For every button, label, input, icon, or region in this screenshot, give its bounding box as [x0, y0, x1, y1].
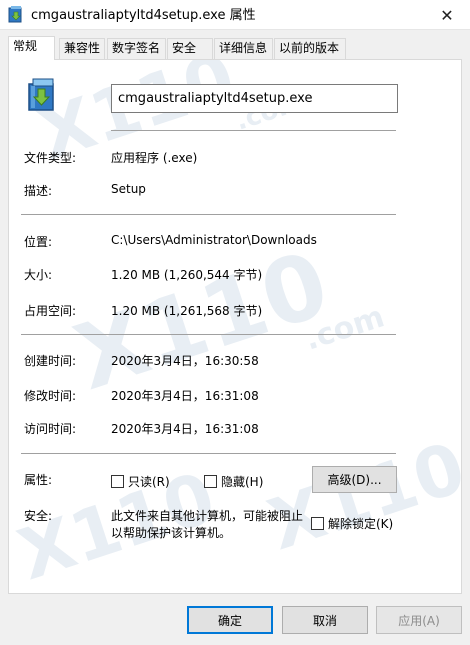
- modified-label: 修改时间:: [24, 389, 77, 403]
- cancel-button[interactable]: 取消: [282, 606, 368, 634]
- file-icon: [28, 78, 54, 111]
- tab-previous-versions[interactable]: 以前的版本: [274, 38, 346, 59]
- tab-compatibility[interactable]: 兼容性: [59, 38, 105, 59]
- title-bar: cmgaustraliaptyltd4setup.exe 属性 ✕: [0, 0, 470, 30]
- close-icon: ✕: [440, 5, 454, 25]
- file-type-value: 应用程序 (.exe): [111, 151, 198, 165]
- installer-app-icon: [8, 6, 22, 23]
- svg-text:X110: X110: [63, 232, 340, 411]
- description-label: 描述:: [24, 184, 53, 198]
- divider: [111, 130, 396, 131]
- readonly-checkbox[interactable]: 只读(R): [111, 473, 170, 490]
- description-value: Setup: [111, 182, 146, 196]
- security-text-line2: 以帮助保护该计算机。: [111, 526, 232, 540]
- window-title: cmgaustraliaptyltd4setup.exe 属性: [31, 8, 256, 23]
- close-button[interactable]: ✕: [424, 0, 470, 30]
- unblock-label: 解除锁定(K): [328, 517, 394, 531]
- accessed-value: 2020年3月4日，16:31:08: [111, 422, 259, 436]
- hidden-checkbox[interactable]: 隐藏(H): [204, 473, 263, 490]
- created-value: 2020年3月4日，16:30:58: [111, 354, 259, 368]
- location-value: C:\Users\Administrator\Downloads: [111, 233, 317, 247]
- tab-digital-signatures[interactable]: 数字签名: [107, 38, 166, 59]
- accessed-label: 访问时间:: [24, 422, 77, 436]
- tab-security[interactable]: 安全: [167, 38, 213, 59]
- tab-details[interactable]: 详细信息: [214, 38, 273, 59]
- readonly-label: 只读(R): [128, 475, 170, 489]
- file-name-input[interactable]: [111, 84, 398, 113]
- hidden-label: 隐藏(H): [221, 475, 264, 489]
- created-label: 创建时间:: [24, 354, 77, 368]
- size-label: 大小:: [24, 268, 53, 282]
- ok-button[interactable]: 确定: [187, 606, 273, 634]
- security-label: 安全:: [24, 509, 53, 523]
- checkbox-box[interactable]: [311, 517, 324, 530]
- checkbox-box[interactable]: [111, 475, 124, 488]
- checkbox-box[interactable]: [204, 475, 217, 488]
- tab-strip: 常规 兼容性 数字签名 安全 详细信息 以前的版本: [8, 36, 464, 60]
- divider: [21, 334, 396, 335]
- security-text-line1: 此文件来自其他计算机，可能被阻止: [111, 509, 304, 523]
- apply-button[interactable]: 应用(A): [376, 606, 462, 634]
- divider: [21, 214, 396, 215]
- tab-general[interactable]: 常规: [8, 36, 55, 60]
- advanced-button[interactable]: 高级(D)...: [312, 466, 397, 493]
- general-panel: X110 .com X110 .com X110 X110 文件类型: 应用程序…: [8, 59, 463, 595]
- file-type-label: 文件类型:: [24, 151, 77, 165]
- unblock-checkbox[interactable]: 解除锁定(K): [311, 515, 393, 532]
- attributes-label: 属性:: [24, 473, 53, 487]
- svg-text:.com: .com: [301, 299, 389, 357]
- modified-value: 2020年3月4日，16:31:08: [111, 389, 259, 403]
- size-value: 1.20 MB (1,260,544 字节): [111, 268, 263, 282]
- location-label: 位置:: [24, 235, 53, 249]
- svg-text:X110: X110: [259, 426, 463, 566]
- divider: [21, 453, 396, 454]
- size-on-disk-value: 1.20 MB (1,261,568 字节): [111, 304, 263, 318]
- size-on-disk-label: 占用空间:: [24, 304, 77, 318]
